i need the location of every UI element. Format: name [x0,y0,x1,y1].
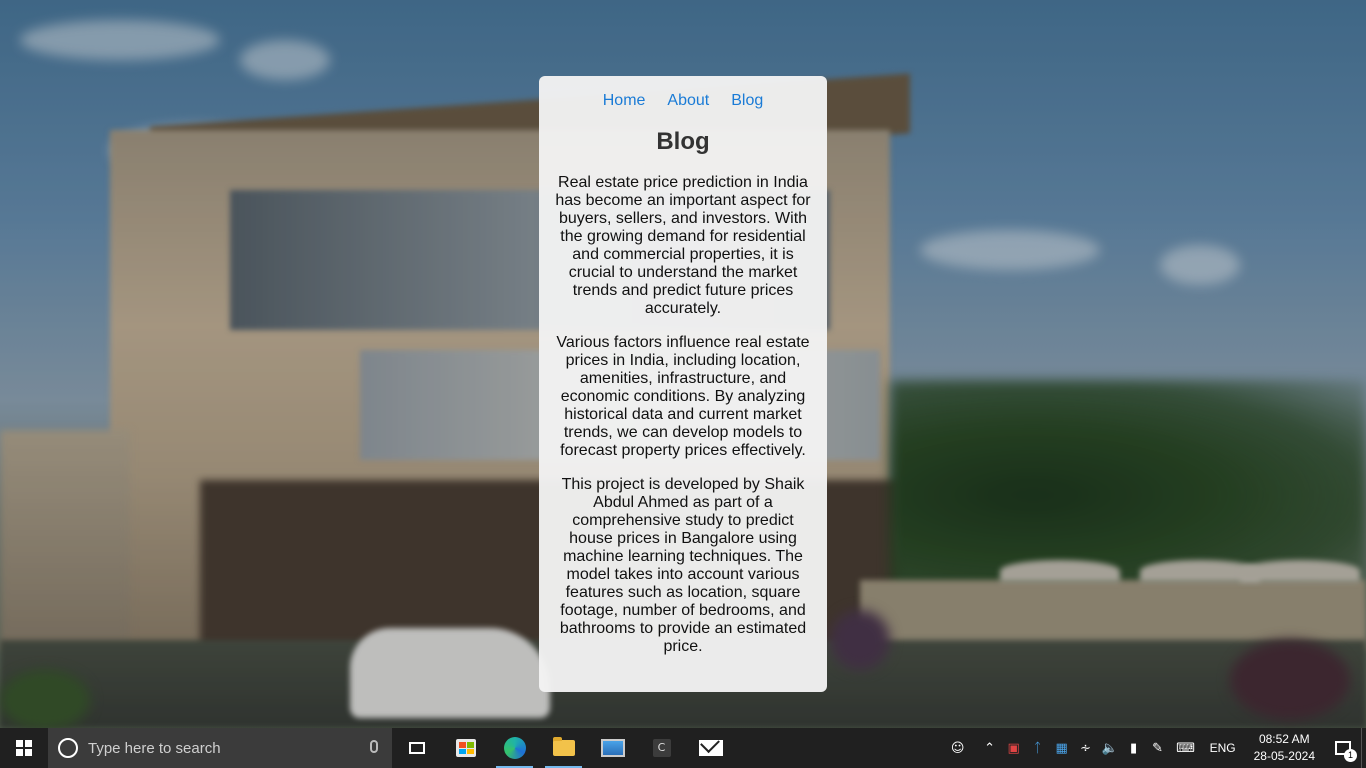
terminal-button[interactable]: C [637,728,686,768]
terminal-icon: C [652,739,671,757]
notification-button[interactable]: 1 [1325,728,1361,768]
system-tray: ☺ ⌃ ▣ ᛏ ▦ ∻ 🔈 ▮ ✎ ⌨ ENG 08:52 AM 28-05-2… [946,728,1366,768]
file-explorer-icon [552,737,575,756]
chevron-up-icon[interactable]: ⌃ [978,728,1002,768]
battery-icon[interactable]: ▮ [1122,728,1146,768]
file-explorer-button[interactable] [539,728,588,768]
volume-icon[interactable]: 🔈 [1098,728,1122,768]
top-nav: Home About Blog [555,90,811,112]
search-placeholder: Type here to search [88,739,221,757]
nav-about-link[interactable]: About [667,90,709,112]
language-indicator[interactable]: ENG [1202,741,1244,755]
task-view-icon [408,742,425,754]
store-button[interactable] [441,728,490,768]
remote-desktop-icon [600,739,625,757]
security-icon[interactable]: ▣ [1002,728,1026,768]
bluetooth-icon[interactable]: ᛏ [1026,728,1050,768]
start-button[interactable] [0,728,48,768]
windows-icon [16,740,32,756]
app-tray-icon[interactable]: ▦ [1050,728,1074,768]
blog-paragraph: Real estate price prediction in India ha… [555,174,811,317]
cortana-icon [58,738,78,758]
taskbar-search[interactable]: Type here to search [48,728,392,768]
clock-time: 08:52 AM [1258,732,1310,746]
store-icon [455,739,476,757]
clock-date: 28-05-2024 [1253,749,1315,763]
blog-card: Home About Blog Blog Real estate price p… [539,76,827,692]
mic-icon[interactable] [370,740,378,753]
edge-icon [503,737,526,759]
remote-desktop-button[interactable] [588,728,637,768]
nav-home-link[interactable]: Home [603,90,646,112]
page-title: Blog [656,128,710,155]
nav-blog-link[interactable]: Blog [731,90,763,112]
edge-button[interactable] [490,728,539,768]
people-icon[interactable]: ☺ [946,728,970,768]
notification-count: 1 [1344,749,1357,762]
pen-icon[interactable]: ✎ [1146,728,1170,768]
mail-icon [698,740,723,756]
keyboard-icon[interactable]: ⌨ [1170,728,1202,768]
task-view-button[interactable] [392,728,441,768]
show-desktop-button[interactable] [1361,728,1366,768]
wifi-icon[interactable]: ∻ [1074,728,1098,768]
blog-paragraph: This project is developed by Shaik Abdul… [559,476,807,655]
clock[interactable]: 08:52 AM 28-05-2024 [1244,731,1325,765]
blog-paragraph: Various factors influence real estate pr… [556,334,810,459]
taskbar: Type here to search C ☺ ⌃ ▣ ᛏ ▦ ∻ 🔈 ▮ ✎ … [0,728,1366,768]
mail-button[interactable] [686,728,735,768]
